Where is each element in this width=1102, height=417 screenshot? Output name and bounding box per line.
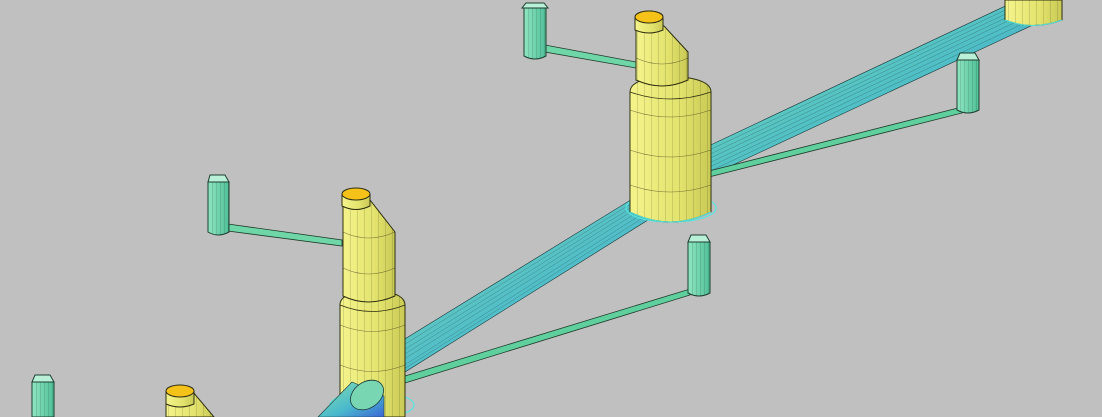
inlet-3[interactable] — [956, 52, 980, 114]
manhole-1[interactable] — [1004, 0, 1063, 26]
viewport-canvas — [31, 0, 1063, 417]
inlet-2[interactable] — [207, 174, 230, 236]
manhole-4[interactable] — [165, 384, 215, 417]
manhole-2[interactable] — [625, 10, 717, 223]
inlet-4[interactable] — [687, 234, 711, 297]
main-pipe[interactable] — [394, 0, 1036, 373]
inlet-1[interactable] — [520, 2, 550, 60]
model-viewport[interactable] — [0, 0, 1102, 417]
inlet-5[interactable] — [31, 374, 55, 417]
